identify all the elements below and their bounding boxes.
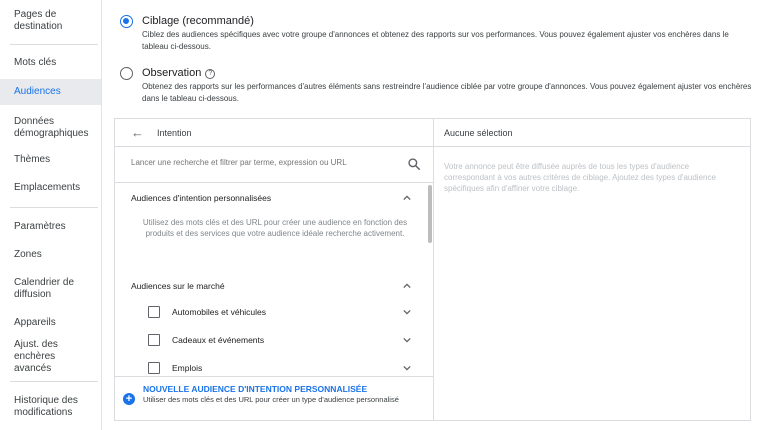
sidebar-item-parametres[interactable]: Paramètres <box>0 216 101 238</box>
sidebar-item-label: Pages de destination <box>14 9 63 32</box>
checkbox[interactable] <box>148 306 160 318</box>
checkbox[interactable] <box>148 334 160 346</box>
radio-ciblage[interactable] <box>120 15 133 28</box>
sidebar-item-historique[interactable]: Historique des modifications <box>0 392 101 422</box>
sidebar-item-label: Appareils <box>14 317 56 328</box>
option-observation-title[interactable]: Observation? <box>142 67 216 79</box>
list-item[interactable]: Cadeaux et événements <box>115 327 431 355</box>
option-ciblage-desc: Ciblez des audiences spécifiques avec vo… <box>142 30 729 51</box>
sidebar-item-donnees-demographiques[interactable]: Données démographiques <box>0 113 101 143</box>
sidebar-item-themes[interactable]: Thèmes <box>0 149 101 171</box>
list-item[interactable]: Automobiles et véhicules <box>115 299 431 327</box>
new-custom-intent-desc: Utiliser des mots clés et des URL pour c… <box>143 395 399 404</box>
chevron-down-icon[interactable] <box>403 364 411 372</box>
sidebar-item-zones[interactable]: Zones <box>0 244 101 266</box>
sidebar-item-mots-cles[interactable]: Mots clés <box>0 52 101 74</box>
new-custom-intent-footer[interactable]: + NOUVELLE AUDIENCE D'INTENTION PERSONNA… <box>115 376 433 422</box>
sidebar-item-label: Zones <box>14 249 42 260</box>
sidebar-item-emplacements[interactable]: Emplacements <box>0 177 101 199</box>
scrollbar[interactable] <box>428 185 432 243</box>
sidebar-item-ajust-encheres[interactable]: Ajust. des enchères avancés <box>0 339 101 374</box>
section-custom-intent-title[interactable]: Audiences d'intention personnalisées <box>131 193 271 203</box>
sidebar-item-label: Historique des modifications <box>14 395 78 418</box>
selection-panel: Aucune sélection Votre annonce peut être… <box>434 118 751 421</box>
selection-panel-title: Aucune sélection <box>444 128 513 138</box>
chevron-down-icon[interactable] <box>403 308 411 316</box>
sidebar-item-label: Thèmes <box>14 154 51 165</box>
option-observation-desc: Obtenez des rapports sur les performance… <box>142 82 752 103</box>
intent-panel-title: Intention <box>157 128 192 138</box>
intent-scroll-area[interactable]: Audiences d'intention personnalisées Uti… <box>115 183 433 376</box>
sidebar-item-label: Audiences <box>14 86 61 97</box>
sidebar-nav: Pages de destination Mots clés Audiences… <box>0 0 102 430</box>
sidebar-divider <box>10 207 98 208</box>
category-label: Cadeaux et événements <box>172 335 265 345</box>
sidebar-item-label: Mots clés <box>14 57 57 68</box>
sidebar-item-label: Paramètres <box>14 221 66 232</box>
chevron-up-icon[interactable] <box>403 194 411 202</box>
chevron-down-icon[interactable] <box>403 336 411 344</box>
selection-panel-header: Aucune sélection <box>434 119 750 147</box>
chevron-up-icon[interactable] <box>403 282 411 290</box>
sidebar-item-pages-de-destination[interactable]: Pages de destination <box>0 6 101 36</box>
category-label: Automobiles et véhicules <box>172 307 267 317</box>
sidebar-item-calendrier-de-diffusion[interactable]: Calendrier de diffusion <box>0 274 101 304</box>
plus-circle-icon[interactable]: + <box>123 393 135 405</box>
checkbox[interactable] <box>148 362 160 374</box>
sidebar-item-label: Données démographiques <box>14 116 89 139</box>
sidebar-item-appareils[interactable]: Appareils <box>0 312 101 334</box>
sidebar-item-label: Calendrier de diffusion <box>14 277 75 300</box>
list-item[interactable]: Emplois <box>115 355 431 376</box>
new-custom-intent-link[interactable]: NOUVELLE AUDIENCE D'INTENTION PERSONNALI… <box>143 384 367 394</box>
intent-panel: ← Intention Audiences d'intention person… <box>114 118 434 421</box>
intent-panel-header: ← Intention <box>115 119 433 147</box>
radio-observation[interactable] <box>120 67 133 80</box>
help-circle-icon[interactable]: ? <box>205 69 216 79</box>
arrow-left-icon[interactable]: ← <box>131 126 144 139</box>
main-content: Ciblage (recommandé) Ciblez des audience… <box>102 0 757 430</box>
category-label: Emplois <box>172 363 203 373</box>
sidebar-item-label: Emplacements <box>14 182 81 193</box>
search-icon[interactable] <box>407 157 421 171</box>
option-ciblage-title[interactable]: Ciblage (recommandé) <box>142 15 254 27</box>
option-observation-label: Observation <box>142 67 202 79</box>
sidebar-item-audiences[interactable]: Audiences <box>0 79 101 105</box>
sidebar-divider <box>10 44 98 45</box>
search-input[interactable] <box>131 158 391 167</box>
sidebar-divider <box>10 381 98 382</box>
selection-empty-text: Votre annonce peut être diffusée auprès … <box>444 162 716 193</box>
sidebar-item-label: Ajust. des enchères avancés <box>14 339 58 374</box>
section-in-market-title[interactable]: Audiences sur le marché <box>131 281 225 291</box>
section-custom-intent-desc: Utilisez des mots clés et des URL pour c… <box>142 218 408 238</box>
search-row <box>115 147 433 183</box>
